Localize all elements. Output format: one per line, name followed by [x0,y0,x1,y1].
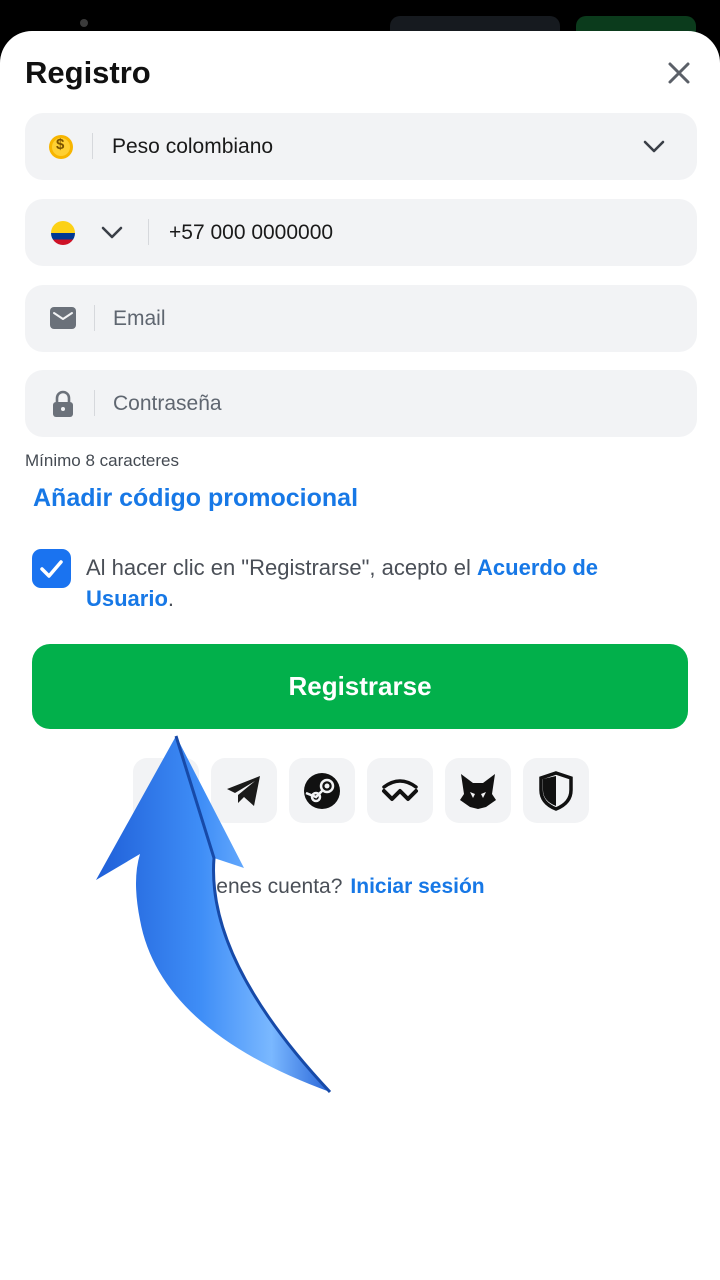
country-chevron-down-icon[interactable] [100,222,124,242]
login-link[interactable]: Iniciar sesión [350,875,484,898]
terms-label: Al hacer clic en "Registrarse", acepto e… [86,555,478,580]
checkmark-icon [40,560,63,578]
terms-text: Al hacer clic en "Registrarse", acepto e… [86,552,686,614]
terms-checkbox[interactable] [32,549,71,588]
register-button[interactable]: Registrarse [32,644,688,729]
phone-input[interactable]: +57 000 0000000 [169,221,333,245]
divider [148,219,149,245]
lock-icon [53,390,73,417]
add-promo-code-link[interactable]: Añadir código promocional [33,484,358,513]
shield-icon [539,770,573,811]
email-field[interactable]: Email [25,285,697,352]
chevron-down-icon [643,140,665,153]
currency-value: Peso colombiano [112,135,274,158]
password-field[interactable]: Contraseña [25,370,697,437]
password-hint: Mínimo 8 caracteres [25,451,179,470]
metamask-icon [460,773,496,809]
currency-select[interactable]: $ Peso colombiano [25,113,697,180]
close-icon [668,62,690,84]
walletconnect-icon [382,778,418,801]
terms-period: . [167,586,175,611]
curved-arrow-icon [96,735,332,1094]
walletconnect-button[interactable] [367,758,433,823]
camera-dot [80,19,88,27]
mail-icon [50,307,76,329]
security-button[interactable] [523,758,589,823]
divider [92,133,93,159]
divider [94,305,95,331]
close-button[interactable] [659,53,699,93]
email-input[interactable]: Email [113,307,166,331]
currency-symbol: $ [56,136,65,153]
phone-field[interactable]: +57 000 0000000 [25,199,697,266]
password-input[interactable]: Contraseña [113,392,222,416]
page-title: Registro [25,55,151,90]
colombia-flag-icon [51,221,75,245]
divider [94,390,95,416]
metamask-button[interactable] [445,758,511,823]
